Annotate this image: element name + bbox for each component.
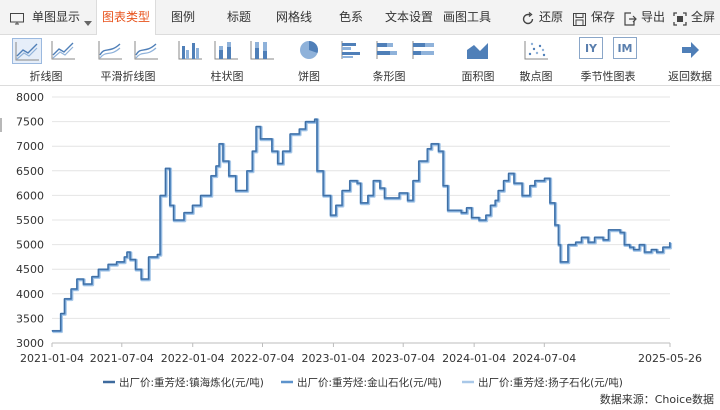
smooth-line-icon[interactable] <box>96 38 126 64</box>
monitor-icon[interactable] <box>10 10 24 29</box>
series-line-yangzi <box>52 118 673 334</box>
chart-legend: 出厂价:重芳烃:镇海炼化(元/吨) 出厂价:重芳烃:金山石化(元/吨) 出厂价:重芳… <box>103 376 623 389</box>
column-chart-label: 柱状图 <box>210 70 244 83</box>
back-to-data-label[interactable]: 返回数据 <box>668 68 712 84</box>
line-chart-label: 折线图 <box>29 70 63 83</box>
y-axis: 8000 7500 7000 6500 6000 5500 5000 4500 4000 3500… <box>16 91 44 350</box>
column-chart-icon[interactable] <box>176 38 206 64</box>
tab-drawing-tools[interactable]: 画图工具 <box>443 0 491 35</box>
area-chart-label: 面积图 <box>461 70 495 83</box>
x-tick-label: 2023-01-04 <box>301 352 365 365</box>
y-tick-label: 4500 <box>16 263 44 276</box>
series-line-jinshan <box>52 118 671 332</box>
series-line-zhenhai <box>51 118 671 332</box>
legend-label: 出厂价:重芳烃:扬子石化(元/吨) <box>478 376 623 389</box>
y-tick-label: 8000 <box>16 91 44 104</box>
stacked-bar-icon[interactable] <box>374 38 404 64</box>
y-tick-label: 3500 <box>16 312 44 325</box>
x-tick-label: 2022-07-04 <box>231 352 295 365</box>
y-tick-label: 3000 <box>16 337 44 350</box>
y-tick-label: 5500 <box>16 214 44 227</box>
smooth-line-markers-icon[interactable] <box>132 38 162 64</box>
seasonal-chart-label: 季节性图表 <box>580 70 636 83</box>
restore-icon[interactable] <box>521 11 535 30</box>
tab-color[interactable]: 色系 <box>339 0 363 35</box>
tab-title[interactable]: 标题 <box>227 0 251 35</box>
restore-button[interactable]: 还原 <box>539 0 563 35</box>
bar-chart-label: 条形图 <box>372 70 406 83</box>
chart-series-lines <box>51 118 673 334</box>
line-chart: 8000 7500 7000 6500 6000 5500 5000 4500 4000 3500… <box>16 91 702 389</box>
y-tick-label: 4000 <box>16 288 44 301</box>
x-axis: 2021-01-04 2021-07-04 2022-01-04 2022-07-04… <box>20 342 702 365</box>
tab-legend[interactable]: 图例 <box>171 0 195 35</box>
area-chart-icon[interactable] <box>464 38 494 64</box>
export-button[interactable]: 导出 <box>641 0 665 35</box>
dropdown-arrow-icon[interactable] <box>84 12 92 31</box>
x-tick-label: 2023-07-04 <box>371 352 435 365</box>
tab-gridline[interactable]: 网格线 <box>276 0 312 35</box>
save-icon[interactable] <box>573 11 586 30</box>
y-tick-label: 6500 <box>16 165 44 178</box>
x-tick-label: 2021-01-04 <box>20 352 84 365</box>
seasonal-iy-icon[interactable]: IY <box>579 37 603 59</box>
bar-chart-icon[interactable] <box>339 38 369 64</box>
pie-chart-icon[interactable] <box>295 38 325 64</box>
y-tick-label: 5000 <box>16 239 44 252</box>
scatter-chart-icon[interactable] <box>522 38 552 64</box>
seasonal-im-icon[interactable]: IM <box>613 37 637 59</box>
stacked-column-icon[interactable] <box>212 38 242 64</box>
tab-chart-type[interactable]: 图表类型 <box>96 0 156 36</box>
y-tick-label: 6000 <box>16 189 44 202</box>
x-tick-label: 2024-01-04 <box>442 352 506 365</box>
x-tick-label: 2021-07-04 <box>90 352 154 365</box>
legend-label: 出厂价:重芳烃:镇海炼化(元/吨) <box>119 376 264 389</box>
export-icon[interactable] <box>623 11 637 30</box>
menu-bar: 单图显示 图表类型 图例 标题 网格线 色系 文本设置 画图工具 还原 保存 导… <box>0 0 720 36</box>
scatter-chart-label: 散点图 <box>519 70 553 83</box>
tab-text-settings[interactable]: 文本设置 <box>385 0 433 35</box>
legend-label: 出厂价:重芳烃:金山石化(元/吨) <box>297 376 442 389</box>
y-tick-label: 7500 <box>16 116 44 129</box>
save-button[interactable]: 保存 <box>591 0 615 35</box>
pie-chart-label: 饼图 <box>298 70 320 83</box>
single-view-menu[interactable]: 单图显示 <box>32 0 80 35</box>
line-chart-icon[interactable] <box>12 38 42 64</box>
fullscreen-button[interactable]: 全屏 <box>691 0 715 35</box>
x-tick-label: 2022-01-04 <box>161 352 225 365</box>
percent-bar-icon[interactable] <box>410 38 440 64</box>
chart-type-ribbon: 折线图 平滑折线图 柱状图 饼图 条形图 面积图 散点图 IY IM 季节性图表… <box>0 35 720 86</box>
x-tick-label: 2024-07-04 <box>512 352 576 365</box>
line-chart-markers-icon[interactable] <box>49 38 79 64</box>
y-tick-label: 7000 <box>16 140 44 153</box>
back-arrow-icon[interactable] <box>676 38 706 64</box>
data-source-note: 数据来源：Choice数据 <box>599 393 714 406</box>
x-tick-label: 2025-05-26 <box>638 352 702 365</box>
chart-grid <box>52 96 670 344</box>
smooth-line-label: 平滑折线图 <box>100 70 156 83</box>
percent-column-icon[interactable] <box>248 38 278 64</box>
fullscreen-icon[interactable] <box>673 11 687 30</box>
